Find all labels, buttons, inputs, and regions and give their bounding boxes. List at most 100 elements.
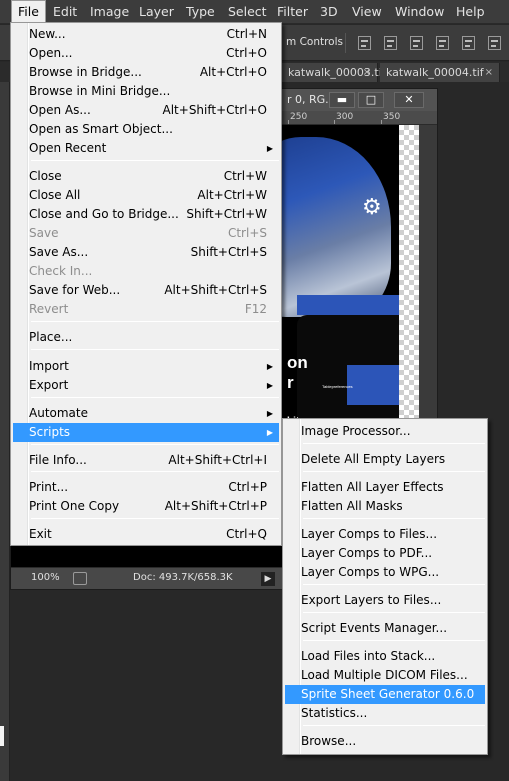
menu-item-shortcut: Shift+Ctrl+S bbox=[190, 245, 267, 259]
scripts-menu-item-script-events-manager[interactable]: Script Events Manager... bbox=[285, 619, 485, 638]
minimize-button[interactable]: ▬ bbox=[329, 92, 355, 108]
menu-separator bbox=[31, 321, 279, 322]
scripts-menu-item-layer-comps-to-pdf[interactable]: Layer Comps to PDF... bbox=[285, 544, 485, 563]
tab-close-icon[interactable]: × bbox=[363, 63, 371, 82]
menu-select[interactable]: Select bbox=[222, 0, 273, 24]
menu-item-label: Exit bbox=[29, 527, 52, 541]
file-menu-item-place[interactable]: Place... bbox=[13, 328, 279, 347]
file-menu-item-save-for-web[interactable]: Save for Web... Alt+Shift+Ctrl+S bbox=[13, 281, 279, 300]
menu-separator bbox=[31, 444, 279, 445]
menu-filter[interactable]: Filter bbox=[271, 0, 314, 24]
menu-item-label: Flatten All Layer Effects bbox=[301, 480, 444, 494]
menu-item-label: Place... bbox=[29, 330, 73, 344]
file-menu-item-browse-in-mini-bridge[interactable]: Browse in Mini Bridge... bbox=[13, 82, 279, 101]
file-menu-item-browse-in-bridge[interactable]: Browse in Bridge... Alt+Ctrl+O bbox=[13, 63, 279, 82]
menu-item-label: Browse in Bridge... bbox=[29, 65, 142, 79]
tab-katwalk-00003[interactable]: katwalk_00003.tif × bbox=[282, 63, 386, 82]
scripts-submenu: Image Processor... Delete All Empty Layer… bbox=[282, 418, 488, 755]
zoom-level[interactable]: 100% bbox=[31, 572, 60, 583]
align-right-icon[interactable] bbox=[488, 36, 501, 50]
artwork-stripe bbox=[297, 295, 407, 315]
file-menu-item-scripts[interactable]: Scripts ▶ bbox=[13, 423, 279, 442]
maximize-button[interactable]: □ bbox=[358, 92, 384, 108]
align-vertical-center-icon[interactable] bbox=[384, 36, 397, 50]
menu-item-shortcut: Ctrl+N bbox=[226, 27, 267, 41]
menu-item-label: Print... bbox=[29, 480, 69, 494]
scripts-menu-item-flatten-all-layer-effects[interactable]: Flatten All Layer Effects bbox=[285, 478, 485, 497]
menu-separator bbox=[31, 397, 279, 398]
file-menu-item-close-all[interactable]: Close All Alt+Ctrl+W bbox=[13, 186, 279, 205]
file-menu-item-open-recent[interactable]: Open Recent ▶ bbox=[13, 139, 279, 158]
foreground-color-swatch[interactable] bbox=[0, 726, 4, 746]
menu-3d[interactable]: 3D bbox=[314, 0, 344, 24]
file-menu-item-revert[interactable]: Revert F12 bbox=[13, 300, 279, 319]
file-menu-item-open-as[interactable]: Open As... Alt+Shift+Ctrl+O bbox=[13, 101, 279, 120]
menu-layer[interactable]: Layer bbox=[133, 0, 180, 24]
scripts-menu-item-delete-all-empty-layers[interactable]: Delete All Empty Layers bbox=[285, 450, 485, 469]
file-menu-item-close[interactable]: Close Ctrl+W bbox=[13, 167, 279, 186]
menu-window[interactable]: Window bbox=[389, 0, 450, 24]
align-bottom-icon[interactable] bbox=[410, 36, 423, 50]
file-menu-item-automate[interactable]: Automate ▶ bbox=[13, 404, 279, 423]
menu-item-label: Statistics... bbox=[301, 706, 368, 720]
ruler-tick bbox=[334, 120, 335, 124]
file-menu-item-print-one-copy[interactable]: Print One Copy Alt+Shift+Ctrl+P bbox=[13, 497, 279, 516]
menu-separator bbox=[303, 584, 485, 585]
menu-type[interactable]: Type bbox=[180, 0, 221, 24]
scripts-menu-item-load-files-into-stack[interactable]: Load Files into Stack... bbox=[285, 647, 485, 666]
scripts-menu-item-image-processor[interactable]: Image Processor... bbox=[285, 422, 485, 441]
file-menu-item-save[interactable]: Save Ctrl+S bbox=[13, 224, 279, 243]
file-menu-item-exit[interactable]: Exit Ctrl+Q bbox=[13, 525, 279, 544]
menu-edit[interactable]: Edit bbox=[47, 0, 83, 24]
menu-view[interactable]: View bbox=[346, 0, 388, 24]
align-horizontal-center-icon[interactable] bbox=[462, 36, 475, 50]
scripts-menu-item-layer-comps-to-files[interactable]: Layer Comps to Files... bbox=[285, 525, 485, 544]
menu-image[interactable]: Image bbox=[84, 0, 135, 24]
scripts-menu-item-sprite-sheet-generator-0-6-0[interactable]: Sprite Sheet Generator 0.6.0 bbox=[285, 685, 485, 704]
file-menu-item-file-info[interactable]: File Info... Alt+Shift+Ctrl+I bbox=[13, 451, 279, 470]
close-window-button[interactable]: ✕ bbox=[394, 92, 424, 108]
menu-item-label: Close All bbox=[29, 188, 81, 202]
menu-item-shortcut: Alt+Shift+Ctrl+S bbox=[164, 283, 267, 297]
file-menu-item-close-and-go-to-bridge[interactable]: Close and Go to Bridge... Shift+Ctrl+W bbox=[13, 205, 279, 224]
menu-file[interactable]: File bbox=[11, 0, 46, 24]
tools-panel[interactable] bbox=[0, 82, 10, 781]
scripts-menu-item-load-multiple-dicom-files[interactable]: Load Multiple DICOM Files... bbox=[285, 666, 485, 685]
align-left-icon[interactable] bbox=[436, 36, 449, 50]
menu-item-label: Revert bbox=[29, 302, 69, 316]
scripts-menu-item-export-layers-to-files[interactable]: Export Layers to Files... bbox=[285, 591, 485, 610]
tab-close-icon[interactable]: × bbox=[485, 63, 493, 82]
scripts-menu-item-layer-comps-to-wpg[interactable]: Layer Comps to WPG... bbox=[285, 563, 485, 582]
menu-item-shortcut: Alt+Ctrl+O bbox=[199, 65, 267, 79]
menu-item-shortcut: Alt+Shift+Ctrl+I bbox=[168, 453, 267, 467]
artwork-text: on bbox=[287, 353, 308, 372]
file-menu-item-print[interactable]: Print... Ctrl+P bbox=[13, 478, 279, 497]
menu-help[interactable]: Help bbox=[450, 0, 491, 24]
menu-item-label: New... bbox=[29, 27, 66, 41]
file-menu-item-import[interactable]: Import ▶ bbox=[13, 357, 279, 376]
menu-item-shortcut: F12 bbox=[244, 302, 267, 316]
scripts-menu-item-flatten-all-masks[interactable]: Flatten All Masks bbox=[285, 497, 485, 516]
file-menu-item-save-as[interactable]: Save As... Shift+Ctrl+S bbox=[13, 243, 279, 262]
gear-icon: ⚙ bbox=[362, 195, 382, 220]
scripts-menu-item-statistics[interactable]: Statistics... bbox=[285, 704, 485, 723]
submenu-arrow-icon: ▶ bbox=[266, 144, 273, 153]
file-menu-item-new[interactable]: New... Ctrl+N bbox=[13, 25, 279, 44]
scripts-menu-item-browse[interactable]: Browse... bbox=[285, 732, 485, 751]
menu-item-label: Open... bbox=[29, 46, 73, 60]
file-menu-item-open-as-smart-object[interactable]: Open as Smart Object... bbox=[13, 120, 279, 139]
file-menu-item-check-in[interactable]: Check In... bbox=[13, 262, 279, 281]
artwork-text: Tablepreferences bbox=[322, 384, 353, 389]
menu-item-shortcut: Ctrl+Q bbox=[226, 527, 267, 541]
document-info-icon[interactable] bbox=[73, 572, 87, 585]
transform-controls-label[interactable]: m Controls bbox=[286, 36, 343, 48]
tab-katwalk-00004[interactable]: katwalk_00004.tif × bbox=[380, 63, 500, 82]
menu-item-label: Load Multiple DICOM Files... bbox=[301, 668, 468, 682]
file-menu-item-open[interactable]: Open... Ctrl+O bbox=[13, 44, 279, 63]
status-menu-arrow-icon[interactable]: ▶ bbox=[261, 572, 275, 586]
file-menu-item-export[interactable]: Export ▶ bbox=[13, 376, 279, 395]
align-top-icon[interactable] bbox=[358, 36, 371, 50]
menu-separator bbox=[303, 471, 485, 472]
menu-separator bbox=[303, 443, 485, 444]
menu-item-label: Save for Web... bbox=[29, 283, 121, 297]
